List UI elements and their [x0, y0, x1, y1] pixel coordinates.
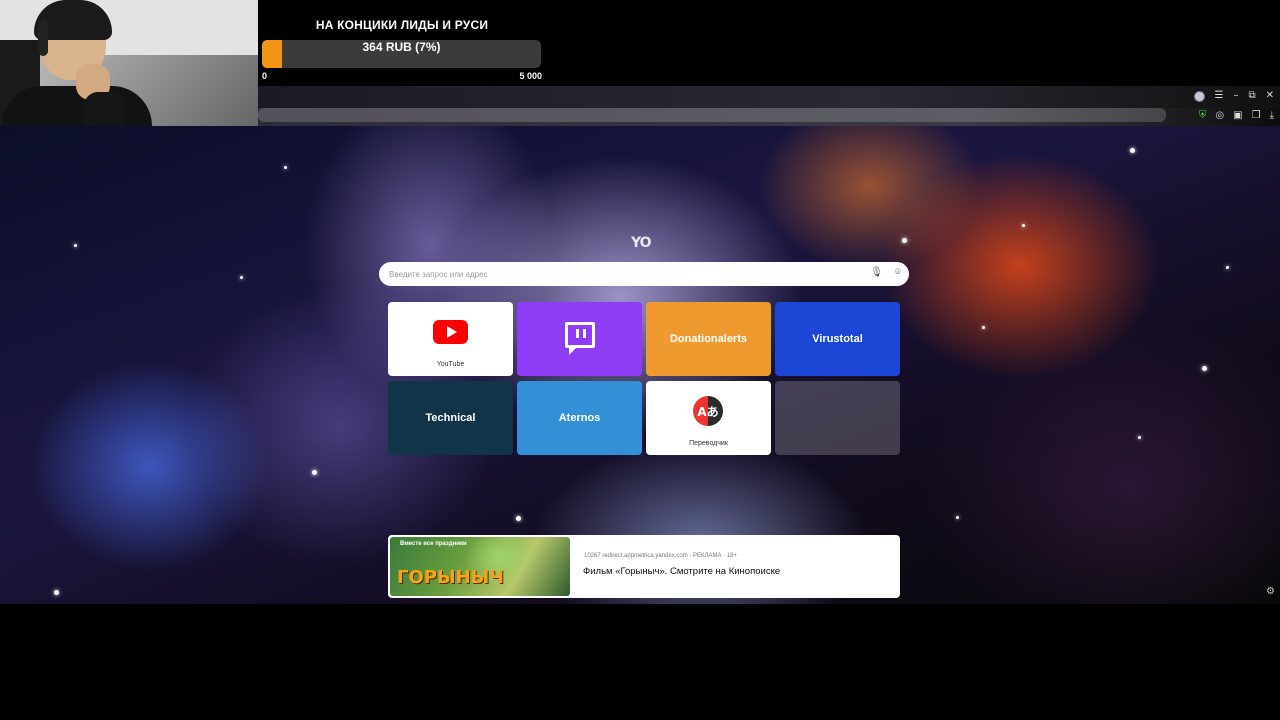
star-dot	[902, 238, 907, 243]
tile-youtube[interactable]: YouTube	[388, 302, 513, 376]
tile-twitch[interactable]	[517, 302, 642, 376]
tile-technical[interactable]: Technical	[388, 381, 513, 455]
ad-image[interactable]: Вместе все праздники ГОРЫНЫЧ	[390, 537, 570, 596]
tile-add-empty[interactable]	[775, 381, 900, 455]
donation-goal-amount: 364 RUB (7%)	[362, 40, 441, 54]
ad-title[interactable]: Фильм «Горыныч». Смотрите на Кинопоиске	[583, 566, 780, 577]
donation-goal-min: 0	[262, 71, 268, 81]
translator-logo-icon: Aあ	[693, 396, 723, 426]
minimize-icon[interactable]: –	[1233, 90, 1238, 102]
browser-toolbar-icons: ⛨ ◎ ▣ ❐ ⤓	[1199, 110, 1274, 122]
star-dot	[956, 516, 959, 519]
profile-icon[interactable]	[1193, 90, 1205, 102]
tile-aternos[interactable]: Aternos	[517, 381, 642, 455]
donation-goal-max: 5 000	[519, 71, 542, 81]
menu-icon[interactable]: ☰	[1215, 90, 1224, 102]
search-input[interactable]	[389, 267, 859, 281]
screenshot-icon[interactable]: ▣	[1233, 110, 1242, 122]
donation-goal-widget: НА КОНЦИКИ ЛИДЫ И РУСИ 364 RUB (7%) 0 5 …	[262, 18, 542, 81]
star-dot	[74, 244, 77, 247]
window-controls: ☰ – ⧉ ✕	[1193, 90, 1274, 102]
browser-titlebar: ☰ – ⧉ ✕	[258, 86, 1280, 108]
star-dot	[312, 470, 317, 475]
restore-icon[interactable]: ⧉	[1248, 90, 1255, 102]
stream-frame: HG НА КОНЦИКИ ЛИДЫ И РУСИ 364 RUB (7%) 0…	[0, 0, 1280, 720]
star-dot	[1022, 224, 1025, 227]
collections-icon[interactable]: ❐	[1252, 110, 1261, 122]
ad-banner[interactable]: Вместе все праздники ГОРЫНЫЧ 10267 redir…	[388, 535, 900, 598]
camera-search-icon[interactable]: ⌾	[895, 267, 901, 278]
new-tab-page: YO 🎙 ⌾ YouTube Donationalerts Virustotal	[0, 126, 1280, 604]
ad-image-title: ГОРЫНЫЧ	[397, 567, 504, 588]
microphone-icon[interactable]: 🎙	[870, 267, 883, 278]
star-dot	[54, 590, 59, 595]
tile-donationalerts[interactable]: Donationalerts	[646, 302, 771, 376]
ad-meta: 10267 redirect.appmetrica.yandex.com · Р…	[584, 553, 738, 559]
address-omnibox[interactable]	[258, 108, 1166, 122]
yandex-browser-logo-icon: YO	[631, 235, 652, 251]
extension-icon[interactable]: ◎	[1215, 110, 1224, 122]
speed-dial-grid: YouTube Donationalerts Virustotal Techni…	[388, 302, 900, 455]
youtube-logo-icon	[433, 320, 468, 344]
star-dot	[1202, 366, 1207, 371]
tile-caption: Переводчик	[689, 440, 728, 447]
donation-goal-bar: 364 RUB (7%)	[262, 40, 541, 68]
ad-image-tagline: Вместе все праздники	[400, 541, 467, 547]
donation-goal-title: НА КОНЦИКИ ЛИДЫ И РУСИ	[315, 18, 489, 32]
tile-translator[interactable]: Aあ Переводчик	[646, 381, 771, 455]
close-icon[interactable]: ✕	[1266, 90, 1274, 102]
donation-goal-scale: 0 5 000	[262, 71, 542, 81]
tile-caption: YouTube	[436, 361, 465, 368]
settings-sliders-icon[interactable]: ⚙	[1266, 586, 1275, 597]
shield-icon[interactable]: ⛨	[1199, 110, 1207, 122]
star-dot	[516, 516, 521, 521]
star-dot	[1226, 266, 1229, 269]
search-bar[interactable]: 🎙 ⌾	[379, 262, 909, 286]
tile-label: Virustotal	[812, 333, 863, 345]
headset-icon	[38, 20, 48, 56]
tile-label: Aternos	[558, 412, 601, 424]
star-dot	[982, 326, 985, 329]
star-dot	[284, 166, 287, 169]
twitch-logo-icon	[563, 321, 597, 357]
browser-address-bar	[258, 108, 1280, 126]
star-dot	[240, 276, 243, 279]
tile-virustotal[interactable]: Virustotal	[775, 302, 900, 376]
tile-label: Donationalerts	[669, 333, 747, 345]
star-dot	[1138, 436, 1141, 439]
download-icon[interactable]: ⤓	[1270, 110, 1274, 122]
star-dot	[1130, 148, 1135, 153]
tile-label: Technical	[425, 412, 476, 424]
